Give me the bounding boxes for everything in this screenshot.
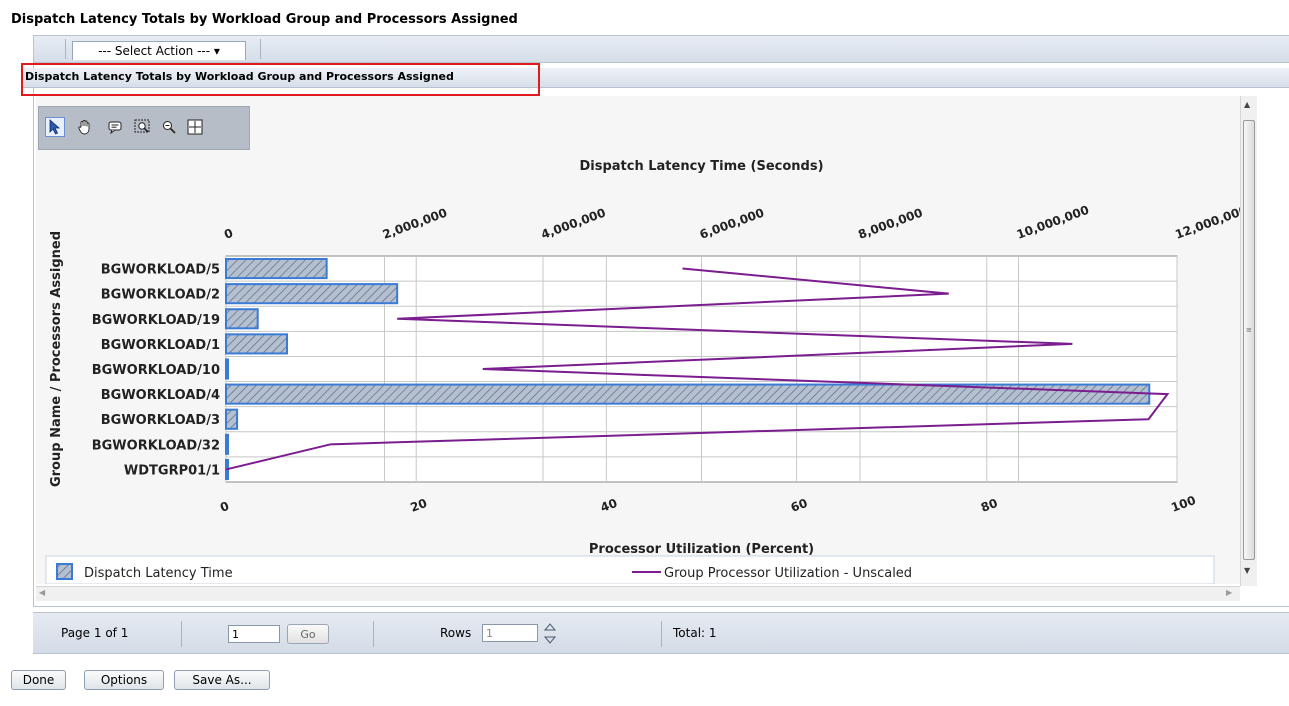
category-label: BGWORKLOAD/2: [101, 288, 220, 303]
page-count-text: Page 1 of 1: [61, 626, 129, 640]
save-as-button[interactable]: Save As...: [174, 670, 270, 690]
category-label: BGWORKLOAD/5: [101, 263, 220, 278]
rows-label: Rows: [440, 626, 472, 640]
category-label: BGWORKLOAD/1: [101, 338, 220, 353]
options-button[interactable]: Options: [84, 670, 164, 690]
select-action-dropdown[interactable]: --- Select Action --- ▾: [72, 41, 246, 60]
scroll-down-icon[interactable]: ▼: [1244, 566, 1250, 575]
rows-input[interactable]: [482, 624, 538, 642]
thumb-grip-icon: ≡: [1246, 326, 1252, 334]
chart-toolbar: [38, 106, 250, 150]
pager-divider: [373, 621, 374, 647]
select-arrow-icon[interactable]: [45, 117, 65, 137]
vertical-scrollbar[interactable]: ▲ ≡ ▼: [1240, 96, 1257, 586]
bottom-tick-label: 40: [599, 496, 619, 515]
pager-bar: Page 1 of 1 Go Rows Total: 1: [33, 612, 1289, 654]
bar-bgworkload-2: [225, 283, 399, 305]
done-button[interactable]: Done: [11, 670, 66, 690]
category-label: BGWORKLOAD/19: [92, 313, 220, 328]
top-axis-title: Dispatch Latency Time (Seconds): [579, 159, 823, 174]
top-tick-label: 6,000,000: [698, 206, 766, 242]
zoom-rectangle-icon[interactable]: [133, 117, 153, 137]
bar-bgworkload-3: [225, 408, 239, 430]
scroll-left-icon[interactable]: ◀: [39, 588, 45, 597]
chart-svg: BGWORKLOAD/5 BGWORKLOAD/2 BGWORKLOAD/19 BGW…: [45, 159, 1240, 584]
action-bar-divider: [65, 39, 66, 59]
bottom-tick-label: 60: [789, 496, 809, 515]
bottom-axis-title: Processor Utilization (Percent): [589, 542, 814, 557]
tooltip-balloon-icon[interactable]: [105, 117, 125, 137]
legend-line-label: Group Processor Utilization - Unscaled: [664, 566, 912, 581]
zoom-out-icon[interactable]: [159, 117, 179, 137]
bottom-tick-label: 100: [1169, 493, 1197, 515]
scrollbar-thumb[interactable]: ≡: [1243, 120, 1255, 560]
y-axis-title: Group Name / Processors Assigned: [49, 231, 64, 487]
bar-bgworkload-1: [225, 333, 289, 355]
category-label: BGWORKLOAD/3: [101, 413, 220, 428]
action-bar-divider: [260, 39, 261, 59]
legend-bar-swatch: [56, 563, 73, 580]
crosshair-icon[interactable]: [185, 117, 205, 137]
total-text: Total: 1: [673, 626, 717, 640]
top-tick-label: 10,000,000: [1015, 203, 1091, 242]
page-title: Dispatch Latency Totals by Workload Grou…: [11, 12, 518, 27]
page-number-input[interactable]: [228, 625, 280, 643]
pager-divider: [661, 621, 662, 647]
chart-area: BGWORKLOAD/5 BGWORKLOAD/2 BGWORKLOAD/19 BGW…: [36, 96, 1240, 584]
highlight-box: [21, 63, 540, 96]
top-tick-label: 2,000,000: [381, 206, 449, 242]
top-tick-label: 8,000,000: [856, 206, 924, 242]
rows-stepper[interactable]: [543, 619, 557, 649]
hand-pan-icon[interactable]: [75, 117, 95, 137]
horizontal-scrollbar[interactable]: ◀ ▶: [36, 586, 1240, 601]
scroll-right-icon[interactable]: ▶: [1226, 588, 1232, 597]
bottom-tick-label: 20: [408, 496, 428, 515]
scroll-up-icon[interactable]: ▲: [1244, 100, 1250, 109]
legend-bar-label: Dispatch Latency Time: [84, 566, 233, 581]
category-label: WDTGRP01/1: [124, 463, 220, 478]
category-label: BGWORKLOAD/4: [101, 388, 220, 403]
bottom-tick-label: 0: [218, 499, 231, 515]
bar-bgworkload-19: [225, 308, 259, 330]
bottom-tick-label: 80: [979, 496, 999, 515]
category-label: BGWORKLOAD/32: [92, 438, 220, 453]
top-tick-label: 4,000,000: [539, 206, 607, 242]
action-bar: --- Select Action --- ▾: [34, 36, 1289, 63]
category-label: BGWORKLOAD/10: [92, 363, 220, 378]
pager-divider: [181, 621, 182, 647]
top-tick-label: 12,000,000: [1173, 203, 1240, 242]
top-tick-label: 0: [222, 226, 235, 242]
bar-bgworkload-10: [225, 358, 229, 380]
go-button[interactable]: Go: [287, 624, 329, 644]
bar-bgworkload-32: [225, 433, 229, 455]
bar-bgworkload-5: [225, 258, 328, 280]
